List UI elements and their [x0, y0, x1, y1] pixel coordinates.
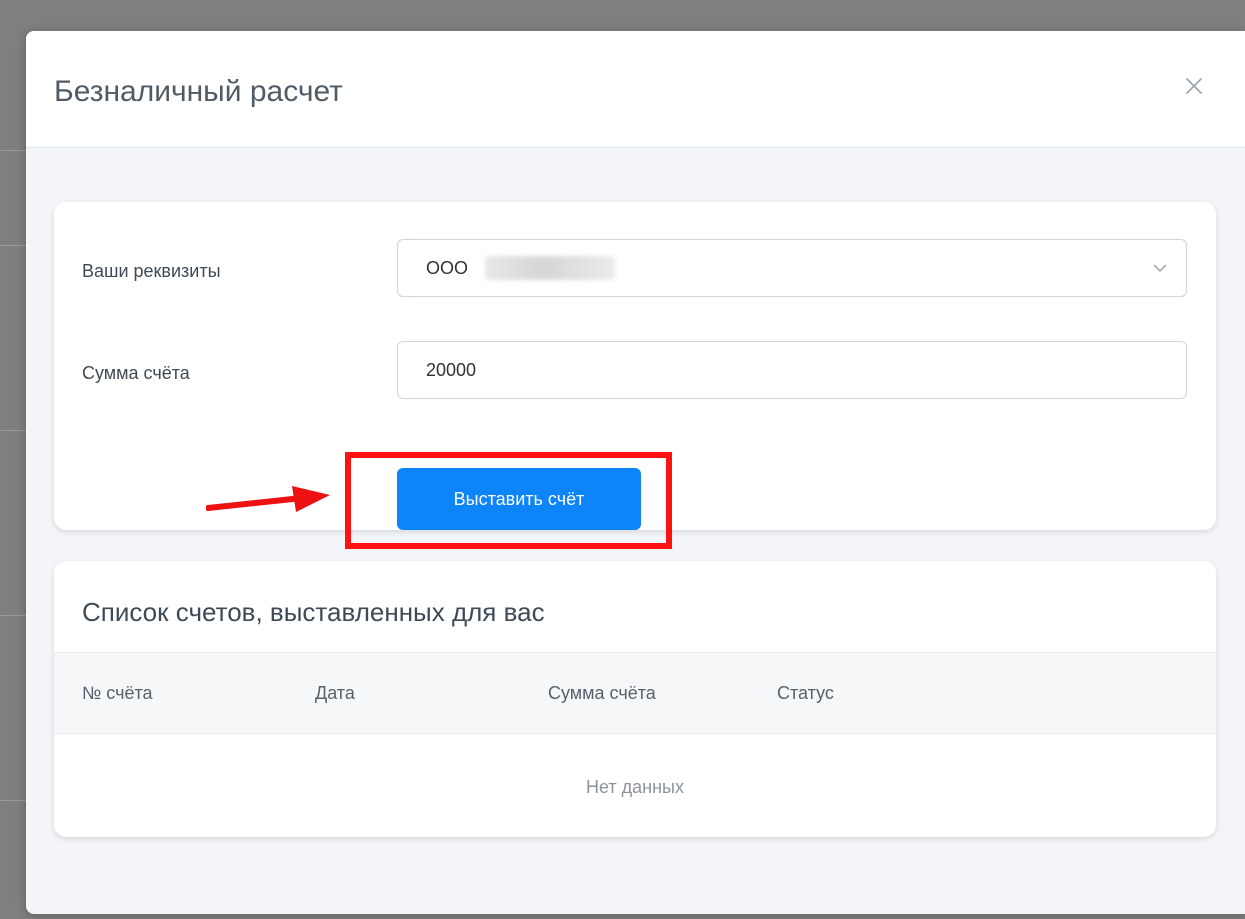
requisites-label: Ваши реквизиты [82, 261, 221, 281]
column-header-status: Статус [777, 683, 834, 703]
requisites-value: ООО [426, 258, 469, 278]
background-divider [0, 800, 26, 801]
invoice-list-card: Список счетов, выставленных для вас № сч… [54, 561, 1216, 837]
redacted-company-name [485, 256, 615, 280]
invoice-form-card: Ваши реквизиты ООО Сумма счёта 20000 Выс… [54, 202, 1216, 549]
requisites-select[interactable]: ООО [397, 239, 1187, 297]
column-header-amount: Сумма счёта [548, 683, 656, 703]
empty-state-text: Нет данных [586, 777, 684, 797]
background-divider [0, 615, 26, 616]
modal-title: Безналичный расчет [54, 75, 343, 108]
background-divider [0, 430, 26, 431]
amount-label: Сумма счёта [82, 363, 190, 383]
amount-value: 20000 [426, 360, 477, 380]
close-icon[interactable] [1183, 75, 1205, 97]
cashless-payment-modal: Безналичный расчет Ваши реквизиты ООО Су… [26, 31, 1245, 914]
chevron-down-icon [1152, 262, 1168, 274]
invoice-list-title: Список счетов, выставленных для вас [82, 597, 545, 627]
column-header-number: № счёта [82, 683, 153, 703]
background-divider [0, 245, 26, 246]
column-header-date: Дата [315, 683, 355, 703]
arrow-right-icon [206, 486, 330, 512]
amount-input[interactable]: 20000 [397, 341, 1187, 399]
table-header: № счёта Дата Сумма счёта Статус [54, 652, 1216, 734]
modal-header: Безналичный расчет [26, 31, 1245, 148]
issue-invoice-button[interactable]: Выставить счёт [397, 468, 641, 530]
background-divider [0, 150, 26, 151]
